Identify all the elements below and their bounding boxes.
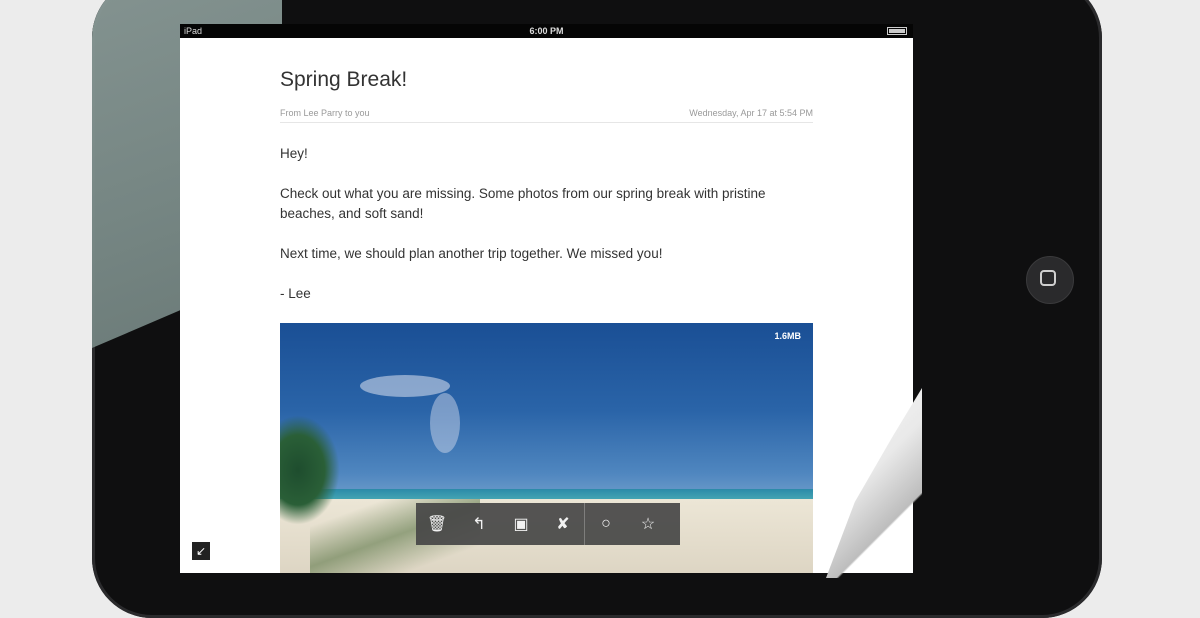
star-icon[interactable]: ☆ xyxy=(627,503,669,545)
email-body-line: Hey! xyxy=(280,146,308,161)
cloud xyxy=(360,375,450,397)
mark-unread-icon[interactable]: ○ xyxy=(585,503,627,545)
delete-icon[interactable]: 🗑 xyxy=(416,503,458,545)
email-meta: From Lee Parry to you Wednesday, Apr 17 … xyxy=(280,108,813,123)
move-to-folder-icon[interactable]: ▣ xyxy=(500,503,542,545)
email-action-toolbar: 🗑 ↰ ▣ ✘ ○ ☆ xyxy=(416,503,680,545)
report-spam-icon[interactable]: ✘ xyxy=(542,503,584,545)
email-signature: - Lee xyxy=(280,286,311,301)
email-subject: Spring Break! xyxy=(280,68,408,91)
home-button-icon xyxy=(1040,270,1056,286)
email-screen: iPad 6:00 PM Spring Break! From Lee Parr… xyxy=(180,24,913,573)
email-date: Wednesday, Apr 17 at 5:54 PM xyxy=(689,108,813,118)
email-from[interactable]: From Lee Parry to you xyxy=(280,108,370,118)
cloud xyxy=(430,393,460,453)
email-body-line: Check out what you are missing. Some pho… xyxy=(280,186,766,221)
status-time: 6:00 PM xyxy=(529,26,564,36)
email-body-line: Next time, we should plan another trip t… xyxy=(280,246,663,261)
attachment-size: 1.6MB xyxy=(774,331,801,341)
battery-icon xyxy=(887,27,907,35)
collapse-icon[interactable]: ↙ xyxy=(192,542,210,560)
reply-icon[interactable]: ↰ xyxy=(458,503,500,545)
status-bar: iPad 6:00 PM xyxy=(180,24,913,38)
